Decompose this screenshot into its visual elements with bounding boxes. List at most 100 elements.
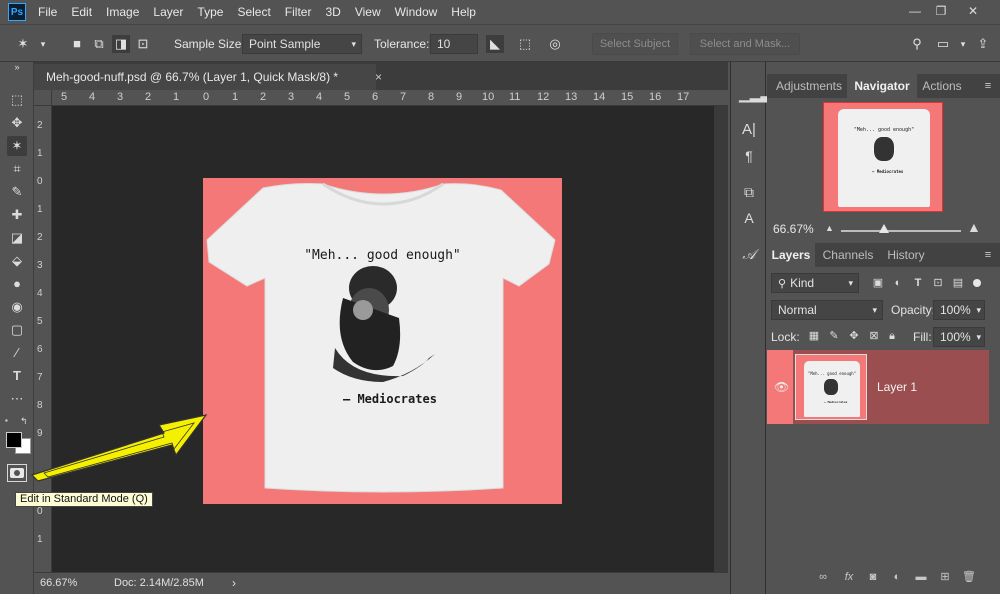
chevron-down-icon[interactable]: ▾ xyxy=(34,35,52,53)
filter-shape-icon[interactable]: ⊡ xyxy=(931,276,945,290)
paint-bucket-icon[interactable]: ⬙ xyxy=(7,251,27,271)
document-canvas[interactable]: "Meh... good enough" – Mediocrates xyxy=(203,178,562,504)
menu-view[interactable]: View xyxy=(355,5,381,19)
add-mask-icon[interactable]: ◙ xyxy=(865,570,881,584)
magic-wand-tool-icon[interactable]: ✶ xyxy=(7,136,27,156)
eraser-tool-icon[interactable]: ◪ xyxy=(7,228,27,248)
select-and-mask-button[interactable]: Select and Mask... xyxy=(690,33,800,55)
blend-mode-select[interactable]: Normal ▾ xyxy=(771,300,883,320)
layer-style-icon[interactable]: fx xyxy=(841,570,857,584)
foreground-color-swatch[interactable] xyxy=(6,432,22,448)
menu-edit[interactable]: Edit xyxy=(71,5,92,19)
panel-menu-icon[interactable]: ≡ xyxy=(982,80,994,92)
anti-alias-icon[interactable]: ◣ xyxy=(486,35,504,53)
delete-layer-icon[interactable]: 🗑︎ xyxy=(961,570,977,584)
menu-type[interactable]: Type xyxy=(197,5,223,19)
character-styles-icon[interactable]: A xyxy=(739,208,759,228)
navigator-preview[interactable]: "Meh... good enough" – Mediocrates xyxy=(823,102,943,212)
tab-adjustments[interactable]: Adjustments xyxy=(771,74,847,98)
menu-3d[interactable]: 3D xyxy=(325,5,340,19)
menu-window[interactable]: Window xyxy=(395,5,438,19)
opacity-input[interactable]: 100% ▾ xyxy=(933,300,985,320)
horizontal-ruler[interactable]: 5 4 3 2 1 0 1 2 3 4 5 6 7 8 9 10 11 12 1… xyxy=(52,90,728,106)
new-group-icon[interactable]: ▬ xyxy=(913,570,929,584)
menu-layer[interactable]: Layer xyxy=(153,5,183,19)
zoom-out-icon[interactable]: ▲ xyxy=(825,223,834,233)
filter-adjustment-icon[interactable]: ◐ xyxy=(891,276,905,290)
share-icon[interactable]: ⇪ xyxy=(974,35,992,53)
tolerance-input[interactable]: 10 xyxy=(430,34,478,54)
navigator-zoom-slider[interactable] xyxy=(841,230,961,232)
move-tool-icon[interactable]: ✥ xyxy=(7,113,27,133)
zoom-in-icon[interactable]: ▲ xyxy=(967,219,981,235)
default-colors-icon[interactable]: ▪ xyxy=(5,416,15,426)
panel-menu-icon[interactable]: ≡ xyxy=(982,249,994,261)
chevron-down-icon[interactable]: ▾ xyxy=(954,35,972,53)
menu-filter[interactable]: Filter xyxy=(285,5,312,19)
layer-name[interactable]: Layer 1 xyxy=(877,380,917,394)
tab-layers[interactable]: Layers xyxy=(767,243,815,267)
fill-input[interactable]: 100% ▾ xyxy=(933,327,985,347)
subtract-from-selection-icon[interactable]: ◨ xyxy=(112,35,130,53)
menu-select[interactable]: Select xyxy=(237,5,270,19)
restore-button[interactable]: ❐ xyxy=(928,3,954,19)
new-layer-icon[interactable]: ⊞ xyxy=(937,570,953,584)
add-to-selection-icon[interactable]: ⧉ xyxy=(90,35,108,53)
shape-tool-icon[interactable]: ▢ xyxy=(7,320,27,340)
tab-navigator[interactable]: Navigator xyxy=(847,74,917,98)
type-tool-icon[interactable]: T xyxy=(7,366,27,386)
vertical-scrollbar[interactable] xyxy=(714,106,728,572)
paragraph-icon[interactable]: ¶ xyxy=(739,146,759,166)
filter-smart-object-icon[interactable]: ▤ xyxy=(951,276,965,290)
intersect-selection-icon[interactable]: ⊡ xyxy=(134,35,152,53)
workspace-icon[interactable]: ▭ xyxy=(934,35,952,53)
search-icon[interactable]: ⚲ xyxy=(908,35,926,53)
lock-pixels-icon[interactable]: ✎ xyxy=(827,329,841,343)
link-layers-icon[interactable]: ∞ xyxy=(815,570,831,584)
contiguous-icon[interactable]: ⬚ xyxy=(516,35,534,53)
collapse-toolbar-icon[interactable]: » xyxy=(7,62,27,72)
layer-row[interactable]: 👁︎ "Meh... good enough" – Mediocrates La… xyxy=(767,350,989,424)
sample-all-layers-icon[interactable]: ◎ xyxy=(546,35,564,53)
eyedropper-icon[interactable]: ⁄ xyxy=(7,343,27,363)
sample-size-select[interactable]: Point Sample ▾ xyxy=(242,34,362,54)
brush-tool-icon[interactable]: ✎ xyxy=(7,182,27,202)
menu-help[interactable]: Help xyxy=(451,5,476,19)
status-menu-arrow-icon[interactable]: › xyxy=(232,576,236,590)
navigator-zoom-handle[interactable] xyxy=(879,224,890,233)
close-tab-icon[interactable]: × xyxy=(375,64,382,90)
adjustment-layer-icon[interactable]: ◐ xyxy=(889,570,905,584)
filter-type-icon[interactable]: T xyxy=(911,276,925,290)
histogram-icon[interactable]: ▁▂▃ xyxy=(739,84,771,104)
lock-all-icon[interactable]: 🔒︎ xyxy=(885,329,899,343)
select-subject-button[interactable]: Select Subject xyxy=(592,33,678,55)
menu-file[interactable]: File xyxy=(38,5,57,19)
tab-actions[interactable]: Actions xyxy=(917,74,967,98)
new-selection-icon[interactable]: ■ xyxy=(68,35,86,53)
ruler-origin[interactable] xyxy=(34,90,52,106)
minimize-button[interactable]: — xyxy=(902,3,928,19)
tab-channels[interactable]: Channels xyxy=(817,243,879,267)
tab-history[interactable]: History xyxy=(879,243,933,267)
menu-image[interactable]: Image xyxy=(106,5,139,19)
magic-wand-tool-preset-icon[interactable]: ✶ xyxy=(14,35,32,53)
filter-toggle-icon[interactable] xyxy=(973,279,981,287)
clone-source-icon[interactable]: ⧉ xyxy=(739,182,759,202)
dodge-tool-icon[interactable]: ◉ xyxy=(7,297,27,317)
lock-position-icon[interactable]: ✥ xyxy=(847,329,861,343)
close-window-button[interactable]: ✕ xyxy=(960,3,986,19)
filter-pixel-icon[interactable]: ▣ xyxy=(871,276,885,290)
layer-filter-kind-select[interactable]: ⚲ Kind ▾ xyxy=(771,273,859,293)
document-tab[interactable]: Meh-good-nuff.psd @ 66.7% (Layer 1, Quic… xyxy=(34,64,382,90)
navigator-zoom-value[interactable]: 66.67% xyxy=(773,222,814,236)
lock-artboard-icon[interactable]: ⊠ xyxy=(867,329,881,343)
character-icon[interactable]: A| xyxy=(739,120,759,140)
crop-tool-icon[interactable]: ⌗ xyxy=(7,159,27,179)
marquee-tool-icon[interactable]: ⬚ xyxy=(7,90,27,110)
lock-transparent-icon[interactable]: ▦ xyxy=(807,329,821,343)
layer-row-selected[interactable]: "Meh... good enough" – Mediocrates Layer… xyxy=(793,350,989,424)
healing-brush-icon[interactable]: ✚ xyxy=(7,205,27,225)
glyphs-icon[interactable]: 𝒜 xyxy=(739,244,759,264)
zoom-level[interactable]: 66.67% xyxy=(40,577,77,589)
visibility-eye-icon[interactable]: 👁︎ xyxy=(774,380,789,394)
